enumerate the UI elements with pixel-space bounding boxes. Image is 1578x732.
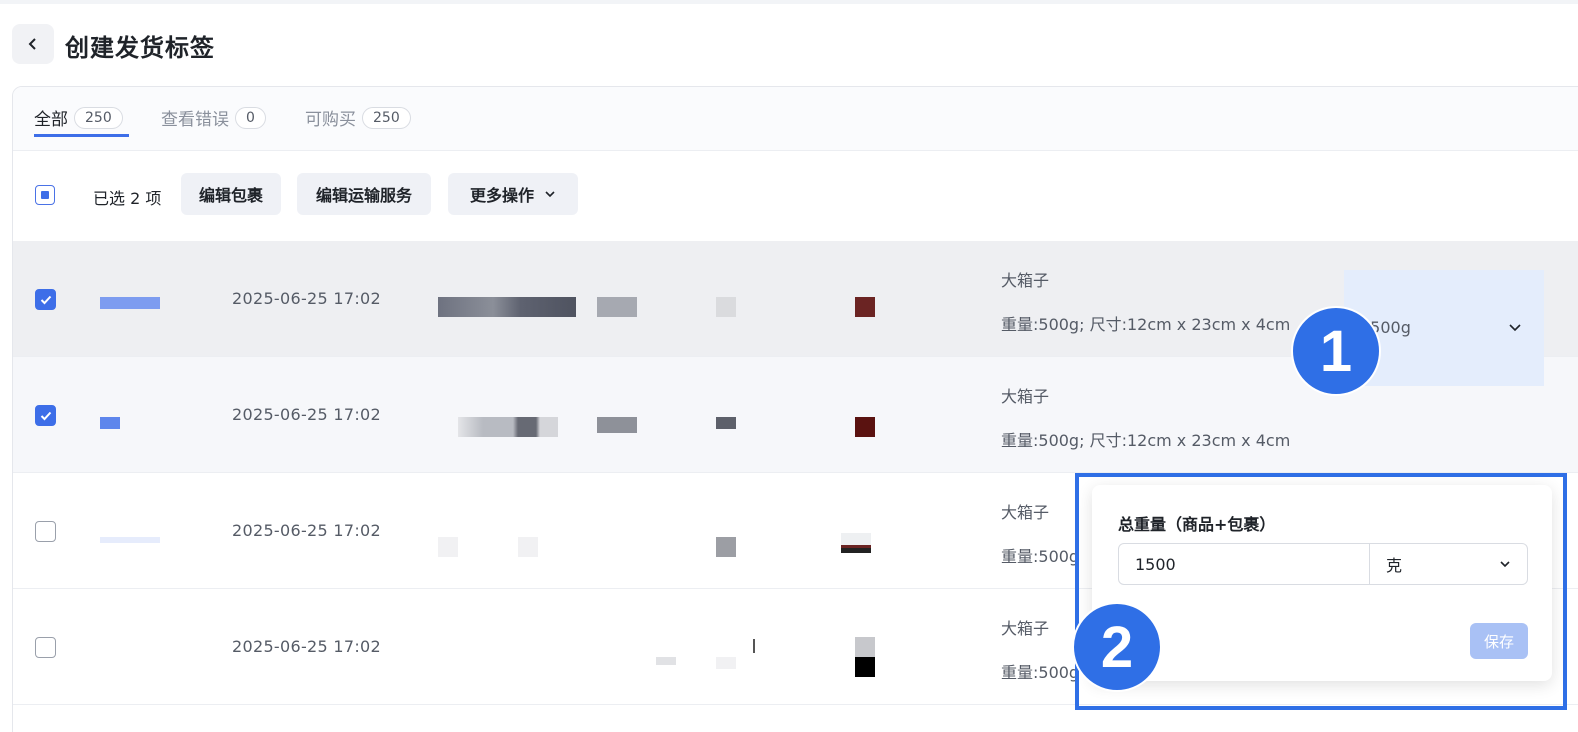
weight-unit-select[interactable]: 克 — [1370, 544, 1527, 584]
product-image — [855, 417, 875, 437]
product-image — [841, 533, 871, 553]
weight-unit-value: 克 — [1386, 556, 1403, 575]
selected-count: 已选 2 项 — [93, 189, 162, 208]
redacted-address — [716, 297, 736, 317]
chevron-down-icon — [1500, 561, 1510, 568]
row-checkbox[interactable] — [35, 637, 56, 658]
tab-purchasable[interactable]: 可购买 250 — [305, 105, 411, 130]
step-badge-2: 2 — [1072, 602, 1162, 692]
product-thumbnail — [100, 417, 120, 429]
redacted-buyer — [597, 417, 637, 433]
product-thumbnail — [100, 537, 160, 543]
row-checkbox[interactable] — [35, 521, 56, 542]
tab-label: 可购买 — [305, 110, 356, 130]
chevron-left-icon — [28, 38, 36, 50]
weight-value-input[interactable]: 1500 — [1119, 544, 1370, 584]
product-spec: 重量:500g — [1001, 547, 1080, 566]
product-spec: 重量:500g; 尺寸:12cm x 23cm x 4cm — [1001, 431, 1291, 450]
redacted-order-id — [458, 417, 558, 437]
chevron-down-icon — [1509, 324, 1521, 332]
tab-count-badge: 0 — [235, 106, 266, 129]
redacted-order-id — [438, 537, 458, 557]
weight-input-group: 1500 克 — [1118, 543, 1528, 585]
total-weight-label: 总重量（商品+包裹） — [1118, 515, 1276, 534]
back-button[interactable] — [12, 24, 54, 64]
chevron-down-icon — [545, 191, 555, 198]
redacted-buyer — [518, 537, 538, 557]
top-divider — [0, 0, 1578, 4]
row-checkbox[interactable] — [35, 289, 56, 310]
tab-bar: 全部 250 查看错误 0 可购买 250 — [13, 87, 1578, 151]
redacted-address — [716, 537, 736, 557]
check-icon — [40, 411, 51, 420]
check-icon — [40, 295, 51, 304]
order-date: 2025-06-25 17:02 — [232, 637, 381, 656]
order-date: 2025-06-25 17:02 — [232, 405, 381, 424]
product-thumbnail — [100, 297, 160, 309]
active-tab-indicator — [34, 134, 129, 137]
edit-package-button[interactable]: 编辑包裹 — [181, 173, 281, 215]
redacted-address — [716, 417, 736, 429]
more-actions-label: 更多操作 — [469, 186, 534, 205]
tab-count-badge: 250 — [362, 106, 411, 129]
redacted-order-id — [438, 297, 576, 317]
product-name: 大箱子 — [1001, 503, 1050, 522]
tab-count-badge: 250 — [74, 106, 123, 129]
select-all-checkbox[interactable] — [35, 185, 55, 205]
tab-label: 查看错误 — [161, 110, 229, 130]
product-name: 大箱子 — [1001, 387, 1050, 406]
tab-errors[interactable]: 查看错误 0 — [161, 105, 266, 130]
redacted-buyer — [656, 657, 676, 665]
product-name: 大箱子 — [1001, 619, 1050, 638]
product-spec: 重量:500g — [1001, 663, 1080, 682]
row-checkbox[interactable] — [35, 405, 56, 426]
product-spec: 重量:500g; 尺寸:12cm x 23cm x 4cm — [1001, 315, 1291, 334]
save-button[interactable]: 保存 — [1470, 623, 1528, 659]
page-title: 创建发货标签 — [65, 34, 215, 62]
edit-shipping-button[interactable]: 编辑运输服务 — [297, 173, 431, 215]
product-image — [855, 637, 875, 677]
bulk-toolbar: 已选 2 项 编辑包裹 编辑运输服务 更多操作 — [13, 151, 1578, 241]
product-name: 大箱子 — [1001, 271, 1050, 290]
step-badge-1: 1 — [1291, 306, 1381, 396]
order-date: 2025-06-25 17:02 — [232, 521, 381, 540]
redacted-mark — [753, 639, 755, 653]
more-actions-button[interactable]: 更多操作 — [448, 173, 578, 215]
order-date: 2025-06-25 17:02 — [232, 289, 381, 308]
tab-all[interactable]: 全部 250 — [34, 105, 123, 130]
redacted-address — [716, 657, 736, 669]
tab-label: 全部 — [34, 110, 68, 130]
product-image — [855, 297, 875, 317]
redacted-buyer — [597, 297, 637, 317]
